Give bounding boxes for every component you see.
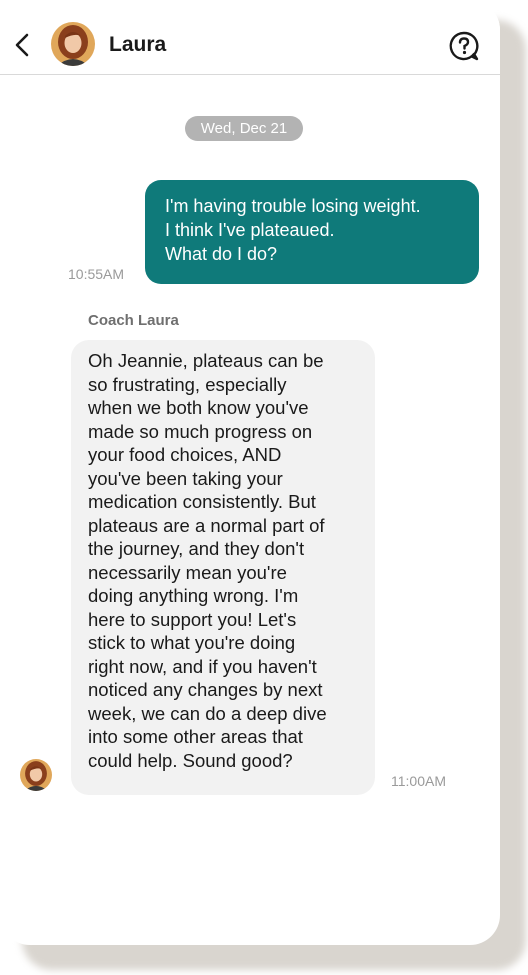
message-line: the journey, and they don't	[88, 538, 305, 559]
chat-screen: Laura Wed, Dec 21 I'm having trouble los…	[0, 0, 500, 945]
outgoing-message-bubble[interactable]: I'm having trouble losing weight. I thin…	[145, 180, 479, 284]
message-line: I think I've plateaued.	[165, 220, 335, 240]
message-line: plateaus are a normal part of	[88, 514, 325, 536]
help-chat-icon	[449, 31, 479, 61]
message-line: necessarily mean you're	[88, 561, 287, 583]
sender-avatar[interactable]	[20, 759, 52, 791]
message-line: here to support you! Let's	[88, 608, 297, 630]
message-line: stick to what you're doing	[88, 632, 296, 653]
back-button[interactable]	[10, 30, 34, 60]
message-line: medication consistently. But	[88, 491, 316, 512]
message-line: noticed any changes by next	[88, 679, 323, 700]
sender-name: Coach Laura	[88, 312, 179, 329]
contact-name: Laura	[109, 33, 167, 56]
message-line: into some other areas that	[88, 726, 303, 747]
message-line: could help. Sound good?	[88, 749, 293, 771]
message-line: week, we can do a deep dive	[88, 702, 327, 724]
message-line: Oh Jeannie, plateaus can be	[88, 350, 324, 371]
message-line: so frustrating, especially	[88, 373, 287, 395]
message-line: I'm having trouble losing weight.	[165, 196, 421, 216]
back-arrow-icon	[15, 33, 29, 57]
incoming-message-bubble[interactable]: Oh Jeannie, plateaus can be so frustrati…	[71, 340, 375, 795]
contact-avatar[interactable]	[51, 22, 95, 66]
message-line: you've been taking your	[88, 467, 283, 489]
message-line: made so much progress on	[88, 420, 313, 442]
message-line: What do I do?	[165, 244, 278, 264]
message-line: doing anything wrong. I'm	[88, 585, 299, 606]
message-line: right now, and if you haven't	[88, 655, 317, 677]
date-divider: Wed, Dec 21	[185, 116, 303, 141]
help-button[interactable]	[448, 30, 480, 62]
message-timestamp: 10:55AM	[68, 266, 125, 282]
message-line: your food choices, AND	[88, 444, 282, 465]
message-timestamp: 11:00AM	[391, 773, 446, 789]
chat-header: Laura	[0, 0, 500, 75]
message-line: when we both know you've	[88, 397, 309, 418]
